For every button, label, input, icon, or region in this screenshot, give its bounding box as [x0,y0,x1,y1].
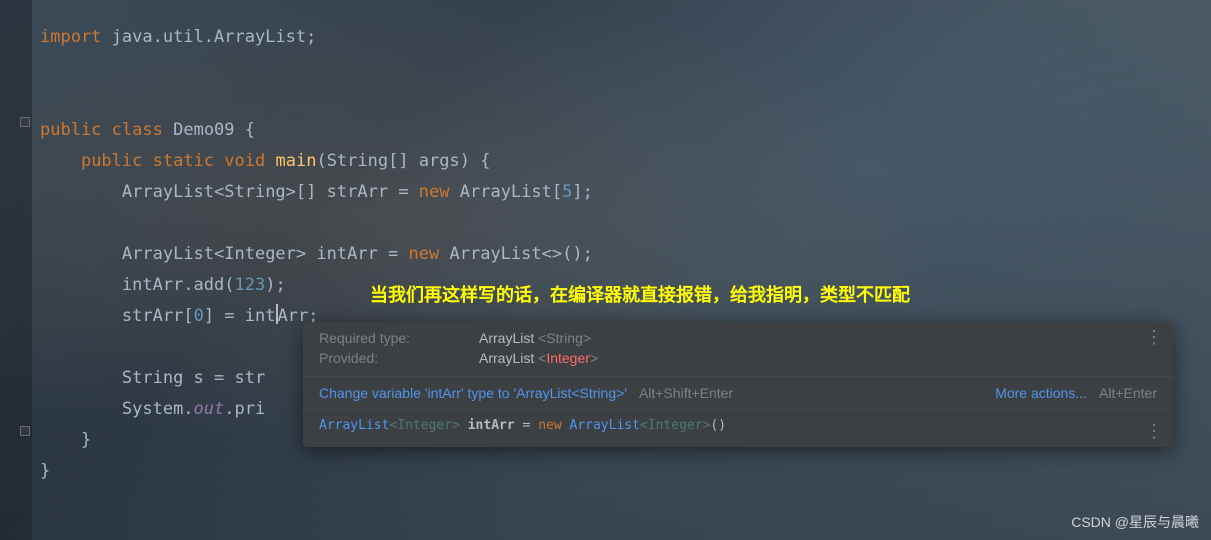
keyword-static: static [153,151,214,171]
required-type-value: ArrayList <String> [479,330,591,346]
keyword-public: public [40,120,101,140]
shortcut-label: Alt+Enter [1099,385,1157,401]
watermark: CSDN @星辰与晨曦 [1071,512,1199,532]
keyword-public: public [81,151,142,171]
text-cursor [276,304,278,324]
more-actions-link[interactable]: More actions... [995,385,1087,401]
method-main: main [276,151,317,171]
code-hint: ArrayList<Integer> intArr = new ArrayLis… [303,409,1173,447]
keyword-class: class [112,120,163,140]
user-annotation: 当我们再这样写的话，在编译器就直接报错，给我指明，类型不匹配 [370,281,910,307]
fold-marker-icon[interactable] [20,426,30,436]
keyword-import: import [40,27,101,47]
kebab-icon[interactable]: ⋮ [1145,427,1163,437]
error-underline: strArr[0] [122,306,214,326]
fold-marker-icon[interactable] [20,117,30,127]
shortcut-label: Alt+Shift+Enter [639,385,733,401]
error-tooltip: ⋮ Required type: ArrayList <String> Prov… [303,322,1173,447]
kebab-icon[interactable]: ⋮ [1145,332,1163,342]
editor-gutter [0,0,32,540]
provided-label: Provided: [319,350,479,366]
import-path: java.util.ArrayList; [101,27,316,47]
keyword-void: void [224,151,265,171]
required-type-label: Required type: [319,330,479,346]
error-underline: int [245,306,276,326]
provided-value: ArrayList <Integer> [479,350,598,366]
quick-fix-link[interactable]: Change variable 'intArr' type to 'ArrayL… [319,385,627,401]
class-name: Demo09 [173,120,234,140]
